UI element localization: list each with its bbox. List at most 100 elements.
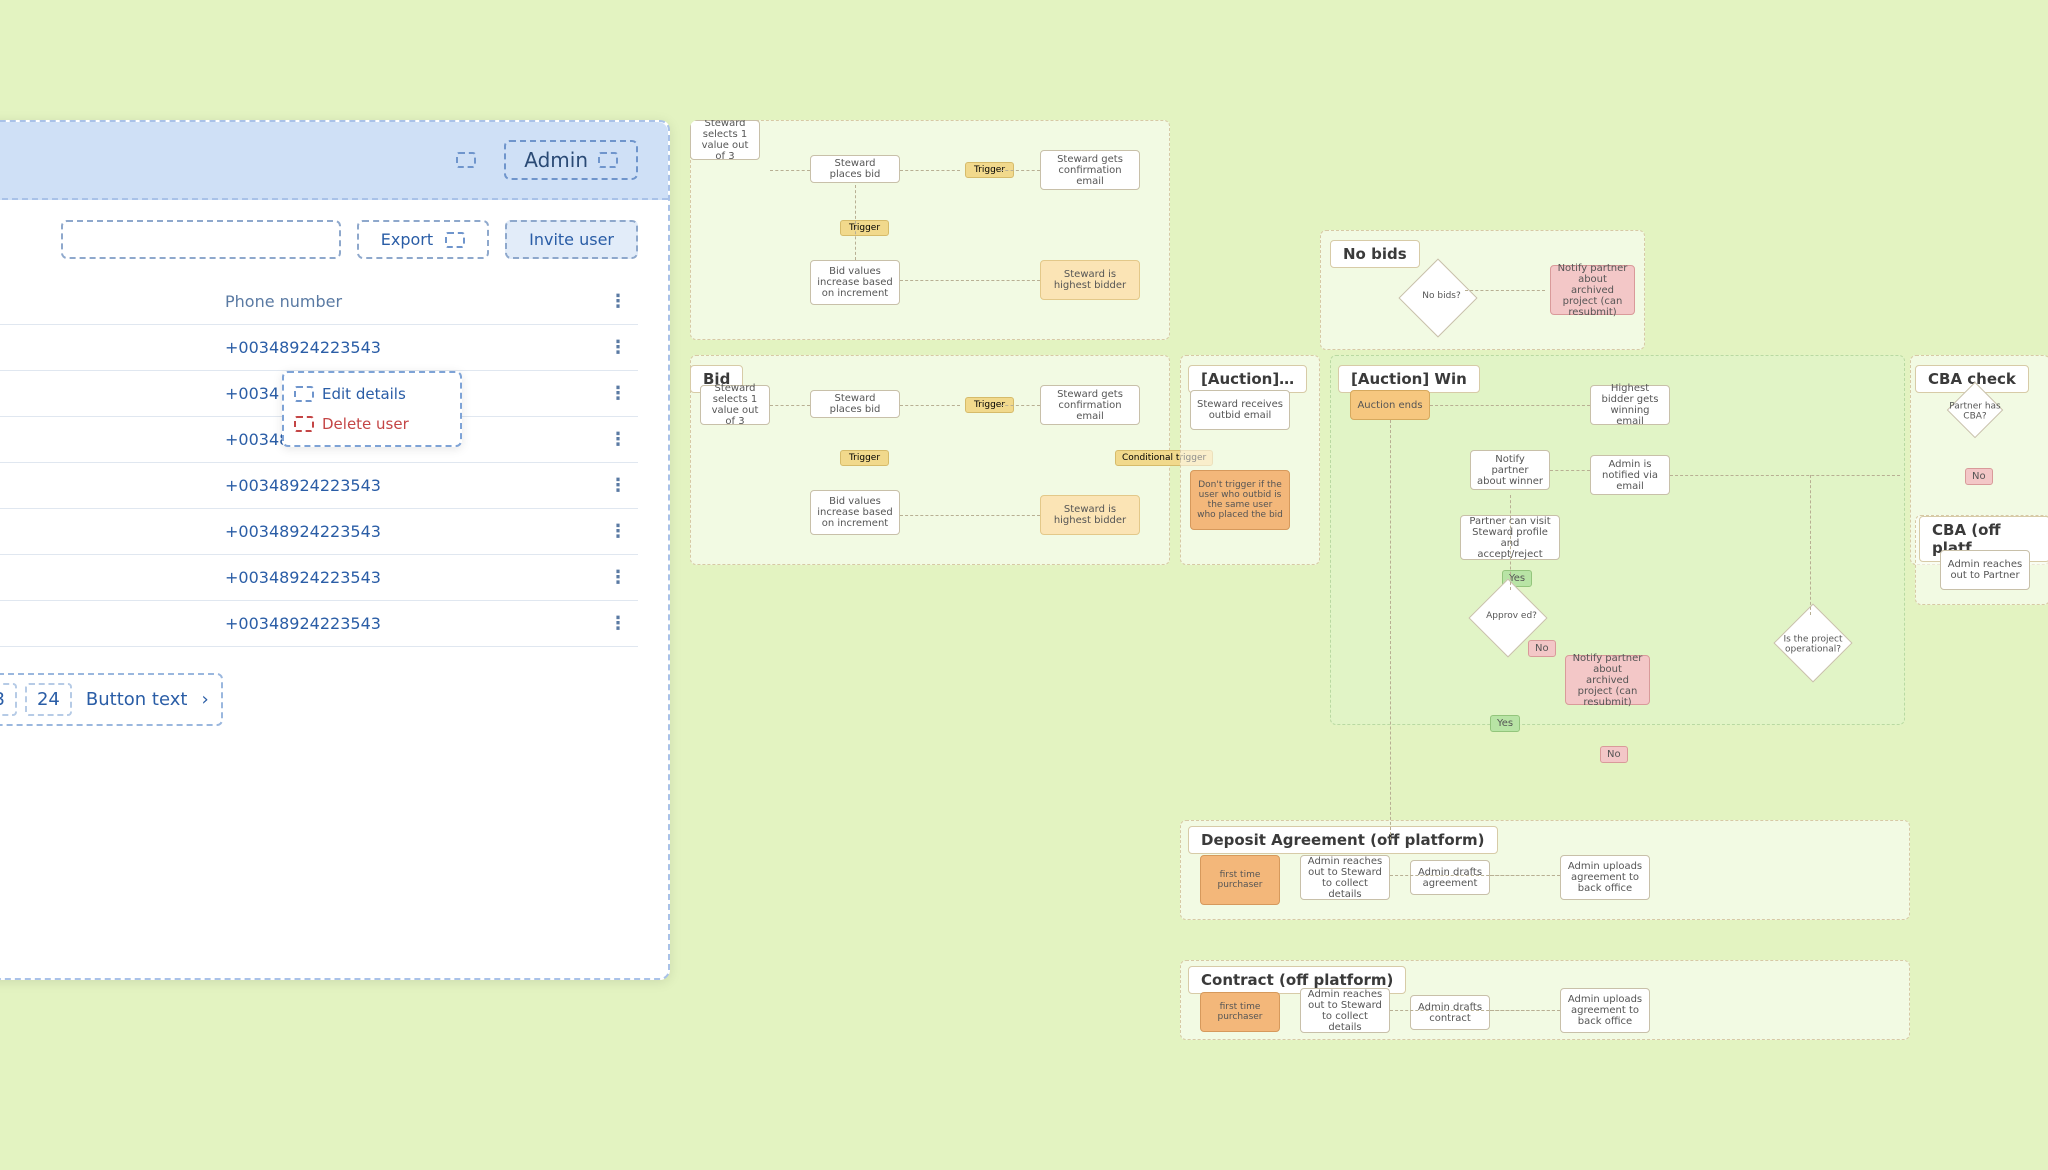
cell-contact: Sub Heading (0, 476, 225, 495)
page-23[interactable]: 23 (0, 683, 17, 716)
connector (1390, 420, 1391, 840)
cell-phone: +00348924223543 (225, 522, 598, 541)
node-first-time-1[interactable]: first time purchaser (1200, 855, 1280, 905)
node-admin-drafts-agreement[interactable]: Admin drafts agreement (1410, 860, 1490, 895)
node-steward-places-bid-2[interactable]: Steward places bid (810, 390, 900, 418)
node-admin-reaches-collect[interactable]: Admin reaches out to Steward to collect … (1300, 855, 1390, 900)
flowchart-canvas[interactable]: Steward selects 1 value out of 3 Steward… (690, 120, 2048, 1040)
pagination: ... 22 23 24 Button text › (0, 673, 223, 726)
chevron-right-icon[interactable]: › (201, 689, 208, 710)
node-sticky-note[interactable]: Don't trigger if the user who outbid is … (1190, 470, 1290, 530)
trigger-chip[interactable]: Trigger (840, 450, 889, 466)
icon-placeholder (445, 232, 465, 248)
connector (900, 280, 1040, 281)
node-admin-uploads-agreement[interactable]: Admin uploads agreement to back office (1560, 855, 1650, 900)
table-header-row: Primary contact Phone number ⋮ (0, 279, 638, 325)
node-steward-selects[interactable]: Steward selects 1 value out of 3 (690, 120, 760, 160)
kebab-icon[interactable]: ⋮ (598, 567, 638, 588)
toolbar: Export Invite user (0, 200, 668, 279)
title-deposit: Deposit Agreement (off platform) (1188, 826, 1498, 854)
invite-label: Invite user (529, 230, 614, 249)
connector (900, 405, 960, 406)
menu-item-edit-details[interactable]: Edit details (290, 379, 454, 409)
table: Primary contact Phone number ⋮ Sub Headi… (0, 279, 668, 647)
search-input-stub[interactable] (61, 220, 341, 259)
decision-label: No bids? (1402, 291, 1482, 301)
decision-label: Approv ed? (1472, 611, 1552, 621)
cell-phone: +00348924223543 (225, 568, 598, 587)
connector (1000, 170, 1040, 171)
cell-contact: Sub Heading (0, 568, 225, 587)
node-steward-places-bid[interactable]: Steward places bid (810, 155, 900, 183)
kebab-icon[interactable]: ⋮ (598, 291, 638, 312)
cell-contact: Sub Heading (0, 522, 225, 541)
connector (1430, 405, 1590, 406)
connector (855, 185, 856, 260)
node-notify-archived[interactable]: Notify partner about archived project (c… (1550, 265, 1635, 315)
page-24[interactable]: 24 (25, 683, 72, 716)
node-steward-selects-2[interactable]: Steward selects 1 value out of 3 (700, 385, 770, 425)
pill-no: No (1528, 640, 1556, 657)
kebab-icon[interactable]: ⋮ (598, 521, 638, 542)
delete-icon (294, 416, 314, 432)
node-steward-confirm[interactable]: Steward gets confirmation email (1040, 150, 1140, 190)
node-notify-winner[interactable]: Notify partner about winner (1470, 450, 1550, 490)
pill-no-cba: No (1965, 468, 1993, 485)
edit-icon (294, 386, 314, 402)
kebab-icon[interactable]: ⋮ (598, 429, 638, 450)
node-first-time-2[interactable]: first time purchaser (1200, 992, 1280, 1032)
node-admin-reaches-collect-2[interactable]: Admin reaches out to Steward to collect … (1300, 988, 1390, 1033)
table-row: Sub Heading +00348924223543 ⋮ (0, 601, 638, 647)
pill-no-op: No (1600, 746, 1628, 763)
node-auction-ends[interactable]: Auction ends (1350, 390, 1430, 420)
node-bid-increment-2[interactable]: Bid values increase based on increment (810, 490, 900, 535)
kebab-icon[interactable]: ⋮ (598, 613, 638, 634)
cell-phone: +00348924223543 (225, 338, 598, 357)
node-steward-highest-2[interactable]: Steward is highest bidder (1040, 495, 1140, 535)
node-steward-confirm-2[interactable]: Steward gets confirmation email (1040, 385, 1140, 425)
cell-contact: Sub Heading (0, 384, 225, 403)
connector (770, 405, 810, 406)
cell-contact: Sub Heading (0, 338, 225, 357)
cell-phone: +00348924223543 (225, 614, 598, 633)
invite-user-button[interactable]: Invite user (505, 220, 638, 259)
node-bid-increment[interactable]: Bid values increase based on increment (810, 260, 900, 305)
admin-button-label: Admin (524, 148, 588, 172)
cell-phone: +00348924223543 (225, 476, 598, 495)
node-admin-reaches-partner[interactable]: Admin reaches out to Partner (1940, 550, 2030, 590)
node-highest-winning[interactable]: Highest bidder gets winning email (1590, 385, 1670, 425)
kebab-icon[interactable]: ⋮ (598, 475, 638, 496)
admin-button[interactable]: Admin (504, 140, 638, 180)
node-admin-uploads-agreement-2[interactable]: Admin uploads agreement to back office (1560, 988, 1650, 1033)
th-contact: Primary contact (0, 292, 225, 311)
node-admin-notified[interactable]: Admin is notified via email (1590, 455, 1670, 495)
connector (1810, 475, 1811, 615)
table-row: Sub Heading +00348924223543 ⋮ (0, 463, 638, 509)
cell-contact: Sub Heading (0, 430, 225, 449)
admin-mockup-panel: s Projects Admin Export Invite user Prim… (0, 120, 670, 980)
connector (1490, 875, 1560, 876)
table-row: Sub Heading +00348924223543 ⋮ (0, 555, 638, 601)
table-row: Sub Heading +00348924223543 ⋮ (0, 325, 638, 371)
node-notify-archived-2[interactable]: Notify partner about archived project (c… (1565, 655, 1650, 705)
tabbar: s Projects Admin (0, 122, 668, 200)
cell-contact: Sub Heading (0, 614, 225, 633)
icon-placeholder (456, 152, 476, 168)
connector (900, 170, 960, 171)
menu-item-delete-user[interactable]: Delete user (290, 409, 454, 439)
kebab-icon[interactable]: ⋮ (598, 383, 638, 404)
connector (1510, 495, 1511, 590)
page-next-button[interactable]: Button text (80, 689, 194, 710)
connector (770, 170, 810, 171)
node-steward-highest[interactable]: Steward is highest bidder (1040, 260, 1140, 300)
context-menu: Edit details Delete user (282, 371, 462, 447)
node-steward-outbid[interactable]: Steward receives outbid email (1190, 390, 1290, 430)
connector (1670, 475, 1900, 476)
decision-label: Partner has CBA? (1945, 401, 2005, 421)
kebab-icon[interactable]: ⋮ (598, 337, 638, 358)
connector (1000, 405, 1040, 406)
export-button[interactable]: Export (357, 220, 489, 259)
trigger-chip[interactable]: Trigger (840, 220, 889, 236)
node-admin-drafts-contract[interactable]: Admin drafts contract (1410, 995, 1490, 1030)
delete-label: Delete user (322, 415, 409, 433)
